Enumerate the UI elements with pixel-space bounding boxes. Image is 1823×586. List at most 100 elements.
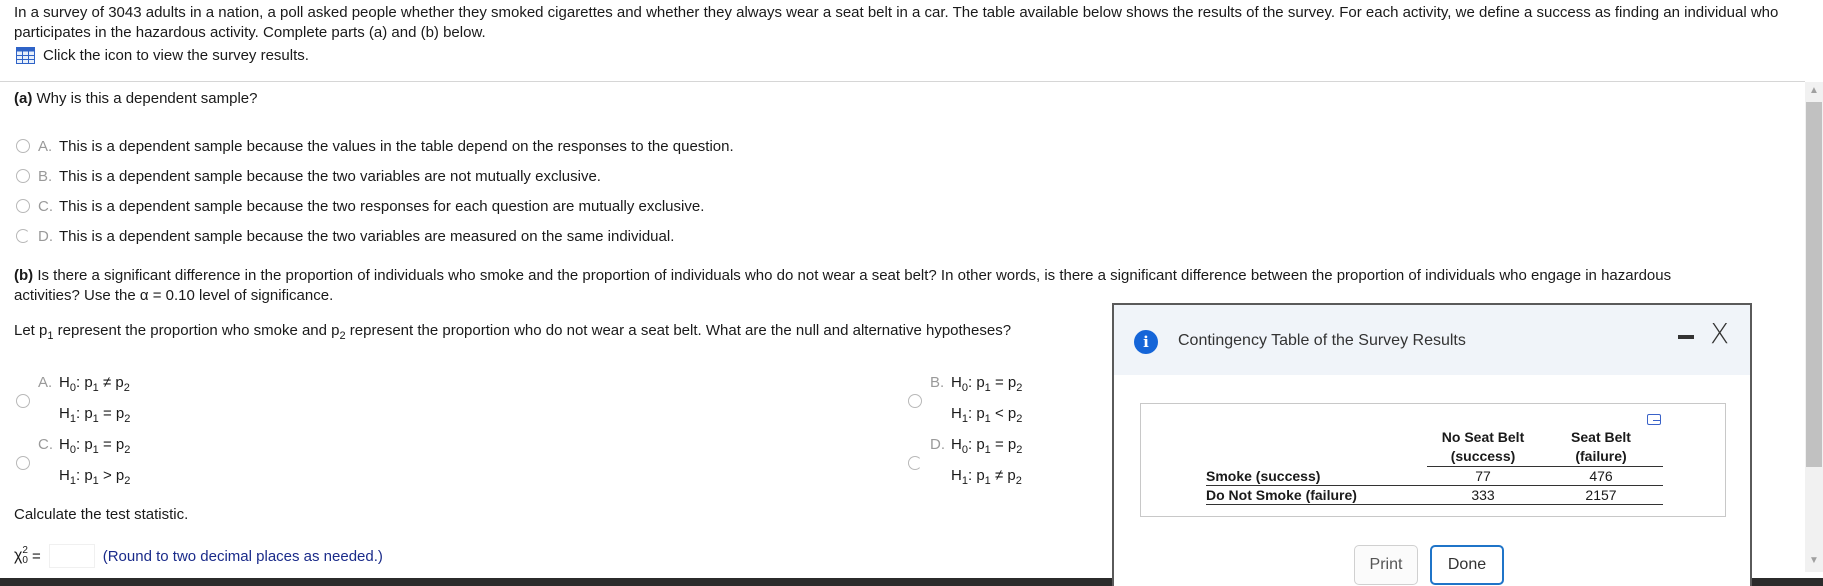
p-symbol: p [976, 405, 985, 422]
hypothesis-pair[interactable]: H0: p1 ≠ p2 H1: p1 = p2 [59, 370, 130, 432]
scroll-up-icon[interactable]: ▲ [1805, 82, 1823, 100]
subscript: 2 [1016, 382, 1023, 394]
divider [0, 81, 1805, 82]
part-a-label: (a) [14, 90, 33, 107]
option-b[interactable]: B. This is a dependent sample because th… [16, 165, 734, 187]
radio-button[interactable] [908, 394, 922, 408]
radio-button[interactable] [16, 199, 30, 213]
radio-button[interactable] [16, 229, 30, 243]
part-b-question-text: Is there a significant difference in the… [37, 267, 1672, 284]
option-letter: C. [38, 197, 53, 215]
close-icon[interactable]: X [1710, 317, 1729, 350]
scrollbar-thumb[interactable] [1806, 102, 1822, 467]
header-line: Seat Belt [1571, 429, 1631, 445]
table-row: Smoke (success) 77 476 [1206, 466, 1663, 486]
hypothesis-option-a[interactable]: A. H0: p1 ≠ p2 H1: p1 = p2 [16, 370, 130, 432]
table-icon[interactable] [16, 47, 35, 64]
calc-label: Calculate the test statistic. [14, 506, 189, 523]
option-text[interactable]: This is a dependent sample because the t… [59, 198, 704, 215]
subscript: 0 [69, 382, 76, 394]
subscript: 1 [92, 475, 99, 487]
option-d[interactable]: D. This is a dependent sample because th… [16, 225, 734, 247]
p-symbol: p [976, 374, 985, 391]
table-row: Do Not Smoke (failure) 333 2157 [1206, 485, 1663, 505]
hypothesis-pair[interactable]: H0: p1 = p2 H1: p1 < p2 [951, 370, 1022, 432]
column-header: (failure) [1539, 447, 1663, 467]
p-symbol: p [115, 374, 124, 391]
radio-button[interactable] [16, 139, 30, 153]
p-symbol: p [84, 467, 93, 484]
radio-button[interactable] [908, 456, 922, 470]
table-cell: 333 [1427, 485, 1539, 505]
subscript: 1 [92, 413, 99, 425]
hypothesis-pair[interactable]: H0: p1 = p2 H1: p1 ≠ p2 [951, 432, 1022, 494]
part-b-question-text-2: activities? Use the α = 0.10 level of si… [14, 287, 334, 304]
relation: = [994, 374, 1004, 391]
part-a-question-text: Why is this a dependent sample? [36, 90, 258, 107]
scroll-down-icon[interactable]: ▼ [1805, 552, 1823, 570]
part-a-question: (a) Why is this a dependent sample? [14, 89, 257, 109]
h-symbol: H [59, 467, 70, 484]
test-statistic-input[interactable] [48, 544, 95, 568]
subscript: 1 [984, 413, 991, 425]
view-survey-results-label[interactable]: Click the icon to view the survey result… [43, 47, 309, 64]
header-line: (success) [1450, 448, 1516, 464]
copy-table-icon[interactable] [1647, 414, 1661, 425]
radio-button[interactable] [16, 169, 30, 183]
p-symbol: p [84, 374, 93, 391]
table-cell: 476 [1539, 466, 1663, 486]
header-line: No Seat Belt [1441, 429, 1525, 445]
subscript: 0 [961, 382, 968, 394]
relation: = [102, 405, 112, 422]
p-symbol: p [1007, 436, 1017, 453]
relation: ≠ [994, 467, 1004, 484]
hypothesis-option-b[interactable]: B. H0: p1 = p2 H1: p1 < p2 [908, 370, 1022, 432]
option-c[interactable]: C. This is a dependent sample because th… [16, 195, 734, 217]
option-a[interactable]: A. This is a dependent sample because th… [16, 135, 734, 157]
print-button[interactable]: Print [1354, 545, 1418, 585]
subscript: 1 [69, 413, 76, 425]
view-survey-results-link[interactable]: Click the icon to view the survey result… [16, 47, 309, 64]
subscript: 1 [69, 475, 76, 487]
option-text[interactable]: This is a dependent sample because the t… [59, 228, 674, 245]
h-symbol: H [951, 405, 962, 422]
subscript: 0 [961, 444, 968, 456]
vertical-scrollbar[interactable]: ▲ ▼ [1805, 82, 1823, 572]
radio-button[interactable] [16, 456, 30, 470]
subscript: 2 [123, 382, 130, 394]
h-symbol: H [951, 467, 962, 484]
p-symbol: p [1007, 467, 1016, 484]
radio-button[interactable] [16, 394, 30, 408]
h-symbol: H [951, 374, 962, 391]
contingency-table: No Seat Belt Seat Belt (success) (failur… [1206, 428, 1663, 505]
relation: > [102, 467, 112, 484]
p-symbol: p [84, 436, 93, 453]
option-text[interactable]: This is a dependent sample because the v… [59, 138, 734, 155]
relation: = [102, 436, 112, 453]
done-button[interactable]: Done [1430, 545, 1504, 585]
p-symbol: p [976, 436, 985, 453]
prompt-text: represent the proportion who do not wear… [345, 322, 1012, 339]
info-icon: i [1134, 330, 1158, 354]
hypothesis-pair[interactable]: H0: p1 = p2 H1: p1 > p2 [59, 432, 130, 494]
subscript: 0 [69, 444, 76, 456]
p-symbol: p [1007, 374, 1017, 391]
option-text[interactable]: This is a dependent sample because the t… [59, 168, 601, 185]
subscript: 1 [984, 475, 991, 487]
hypothesis-option-c[interactable]: C. H0: p1 = p2 H1: p1 > p2 [16, 432, 130, 494]
prompt-text: Let p [14, 322, 48, 339]
problem-intro: In a survey of 3043 adults in a nation, … [14, 4, 1779, 41]
subscript: 1 [92, 382, 99, 394]
column-header: No Seat Belt [1427, 428, 1539, 447]
subscript: 1 [92, 444, 99, 456]
hypothesis-option-d[interactable]: D. H0: p1 = p2 H1: p1 ≠ p2 [908, 432, 1022, 494]
chi-square-symbol: χ20 [14, 546, 28, 566]
table-header-row-2: (success) (failure) [1206, 447, 1663, 467]
table-cell: 77 [1427, 466, 1539, 486]
minimize-icon[interactable] [1678, 335, 1694, 339]
p-symbol: p [115, 467, 125, 484]
h-symbol: H [59, 374, 70, 391]
table-frame: No Seat Belt Seat Belt (success) (failur… [1140, 403, 1726, 517]
option-letter: D. [930, 436, 945, 453]
subscript: 1 [984, 444, 991, 456]
